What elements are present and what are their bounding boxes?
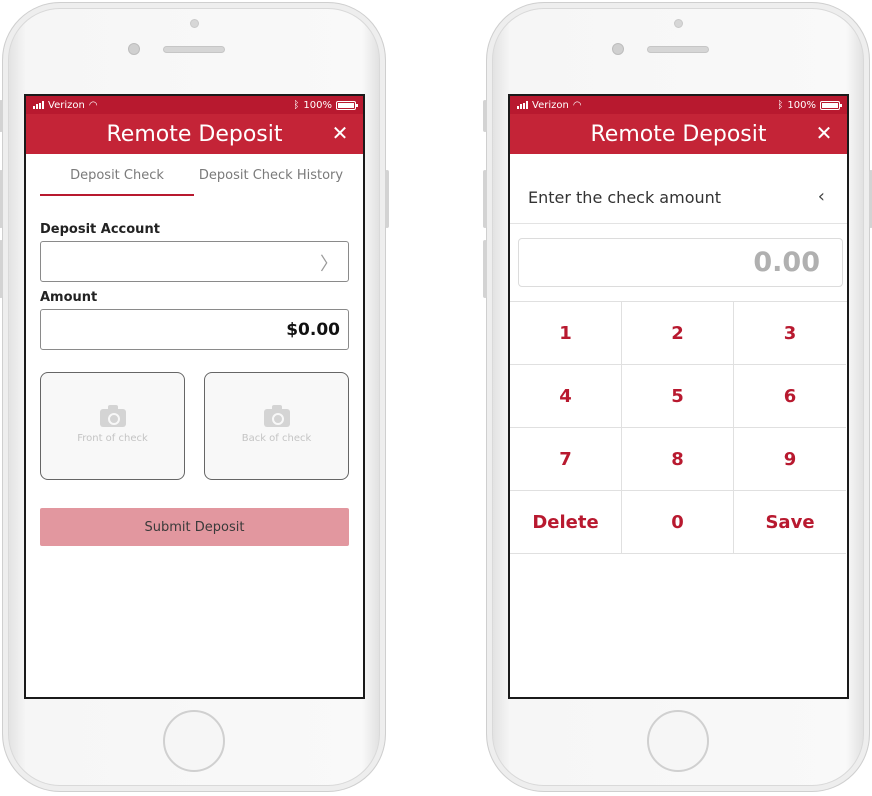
power-button	[385, 170, 389, 228]
carrier-label: Verizon	[48, 99, 85, 111]
key-5[interactable]: 5	[622, 365, 734, 428]
battery-icon	[336, 100, 358, 110]
volume-down-button	[0, 240, 3, 298]
numeric-keypad: 1 2 3 4 5 6 7 8 9 Delete 0 Save	[510, 301, 847, 554]
key-3[interactable]: 3	[734, 302, 846, 365]
amount-label: Amount	[40, 290, 98, 305]
front-of-check-label: Front of check	[77, 432, 148, 444]
deposit-account-select[interactable]: 〉	[40, 241, 349, 282]
earpiece-speaker	[163, 46, 225, 53]
close-icon[interactable]: ✕	[813, 122, 835, 144]
proximity-sensor	[190, 19, 199, 28]
tab-bar: Deposit Check Deposit Check History	[40, 162, 348, 196]
amount-value: $0.00	[286, 319, 340, 340]
submit-deposit-button[interactable]: Submit Deposit	[40, 508, 349, 546]
carrier-label: Verizon	[532, 99, 569, 111]
wifi-icon: ◠	[88, 99, 98, 111]
page-title: Remote Deposit	[590, 121, 767, 147]
front-camera	[612, 43, 624, 55]
chevron-right-icon: 〉	[320, 254, 338, 275]
status-bar: Verizon ◠ ᛒ 100%	[26, 96, 363, 114]
proximity-sensor	[674, 19, 683, 28]
phone-left: Verizon ◠ ᛒ 100% Remote Deposit ✕ Deposi…	[0, 2, 389, 792]
enter-amount-prompt: Enter the check amount	[528, 188, 722, 207]
battery-percent: 100%	[303, 99, 332, 111]
home-button	[163, 710, 225, 772]
phone-right: Verizon ◠ ᛒ 100% Remote Deposit ✕ Enter …	[483, 2, 872, 792]
key-6[interactable]: 6	[734, 365, 846, 428]
back-of-check-capture[interactable]: Back of check	[204, 372, 349, 480]
mute-switch	[483, 100, 487, 132]
deposit-check-screen: Verizon ◠ ᛒ 100% Remote Deposit ✕ Deposi…	[24, 94, 365, 699]
wifi-icon: ◠	[572, 99, 582, 111]
key-0[interactable]: 0	[622, 491, 734, 554]
camera-icon	[99, 404, 126, 427]
deposit-account-label: Deposit Account	[40, 222, 160, 237]
battery-percent: 100%	[787, 99, 816, 111]
mute-switch	[0, 100, 3, 132]
page-title: Remote Deposit	[106, 121, 283, 147]
title-bar: Remote Deposit ✕	[510, 114, 847, 154]
amount-entry-header: Enter the check amount ‹	[510, 154, 847, 224]
key-2[interactable]: 2	[622, 302, 734, 365]
signal-icon	[517, 101, 528, 109]
tab-deposit-check[interactable]: Deposit Check	[40, 162, 194, 196]
signal-icon	[33, 101, 44, 109]
key-9[interactable]: 9	[734, 428, 846, 491]
key-1[interactable]: 1	[510, 302, 622, 365]
battery-icon	[820, 100, 842, 110]
tab-deposit-check-history[interactable]: Deposit Check History	[194, 162, 348, 196]
camera-icon	[263, 404, 290, 427]
amount-field[interactable]: $0.00	[40, 309, 349, 350]
key-8[interactable]: 8	[622, 428, 734, 491]
status-bar: Verizon ◠ ᛒ 100%	[510, 96, 847, 114]
amount-display: 0.00	[518, 238, 843, 287]
volume-down-button	[483, 240, 487, 298]
volume-up-button	[0, 170, 3, 228]
close-icon[interactable]: ✕	[329, 122, 351, 144]
back-of-check-label: Back of check	[241, 432, 312, 444]
key-7[interactable]: 7	[510, 428, 622, 491]
front-camera	[128, 43, 140, 55]
key-4[interactable]: 4	[510, 365, 622, 428]
front-of-check-capture[interactable]: Front of check	[40, 372, 185, 480]
amount-entry-screen: Verizon ◠ ᛒ 100% Remote Deposit ✕ Enter …	[508, 94, 849, 699]
bluetooth-icon: ᛒ	[293, 99, 300, 111]
key-delete[interactable]: Delete	[510, 491, 622, 554]
key-save[interactable]: Save	[734, 491, 846, 554]
earpiece-speaker	[647, 46, 709, 53]
bluetooth-icon: ᛒ	[777, 99, 784, 111]
title-bar: Remote Deposit ✕	[26, 114, 363, 154]
home-button	[647, 710, 709, 772]
chevron-left-icon[interactable]: ‹	[818, 186, 825, 207]
volume-up-button	[483, 170, 487, 228]
